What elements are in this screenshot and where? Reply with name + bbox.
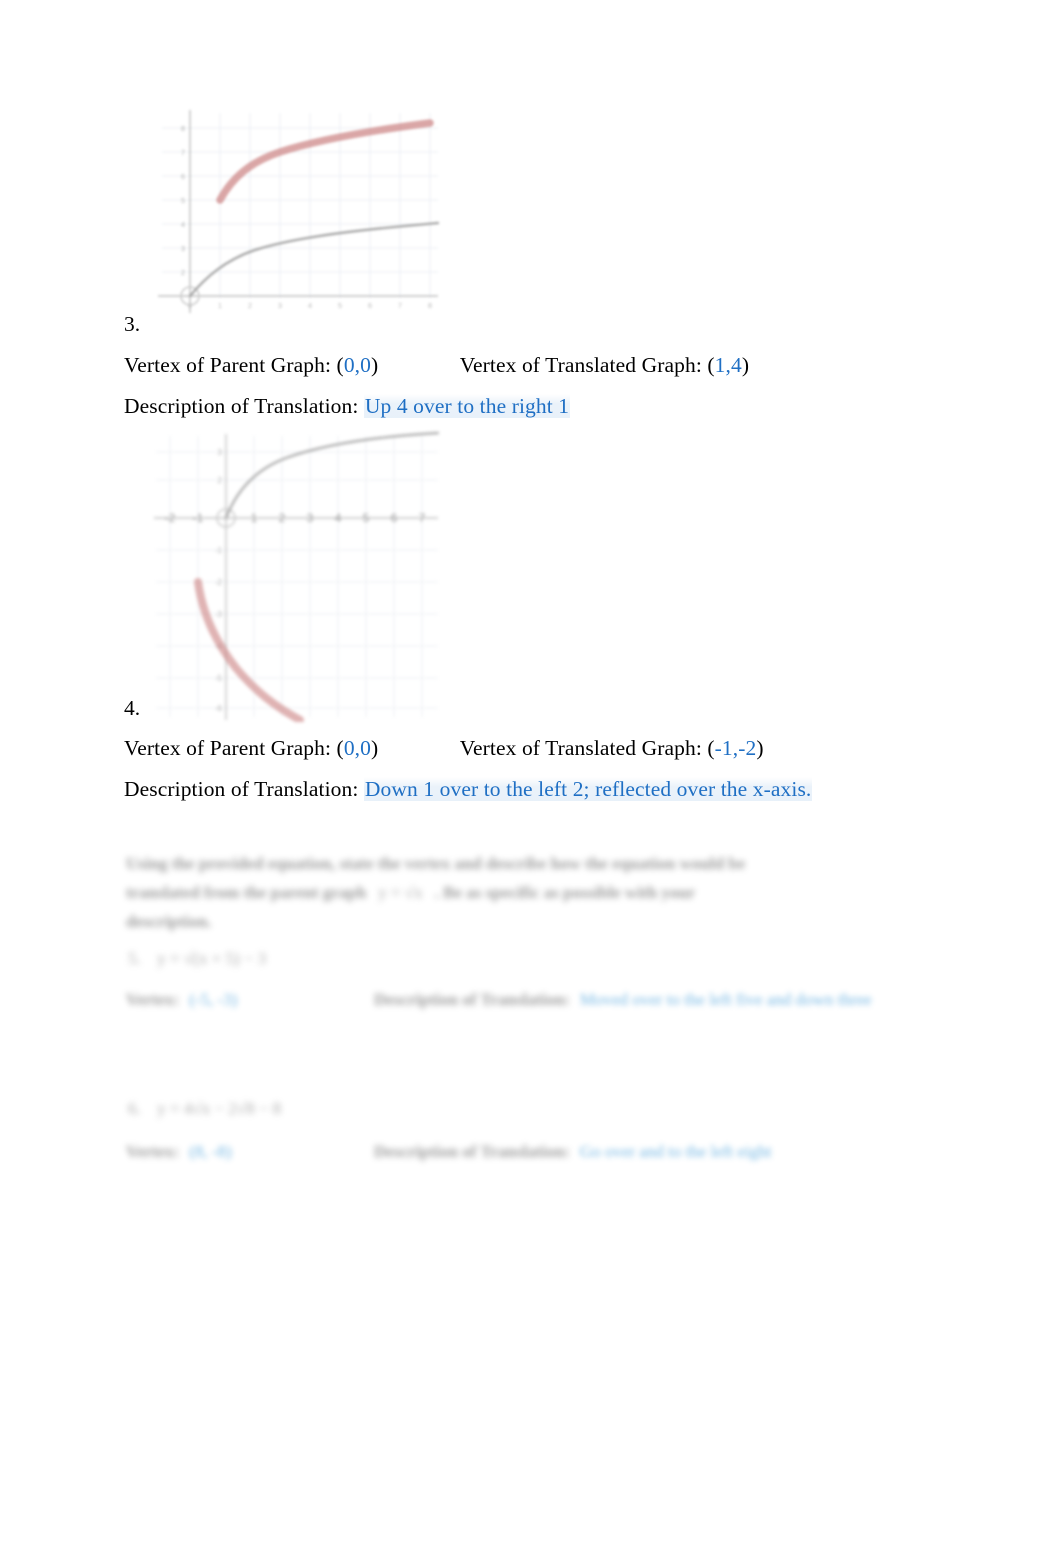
- translated-vertex-close: ): [756, 736, 764, 760]
- parent-vertex-label: Vertex of Parent Graph: (: [124, 353, 344, 377]
- svg-text:2: 2: [181, 268, 185, 277]
- item-number-3: 3.: [124, 312, 141, 336]
- parent-vertex-y: 0: [360, 353, 372, 377]
- bottom-instructions-line-3: description.: [126, 912, 212, 931]
- bottom-instructions-inline-equation: y = √x: [378, 883, 423, 902]
- graph-figure-item-3: 8 7 6 5 4 3 2 0 1 2 3 4 5 6 7 8: [150, 108, 440, 318]
- graph-svg-item-4: 3 2 -1 -2 -3 -4 -5 -6 -2 -1 1 2 3 4 5 6 …: [154, 432, 440, 722]
- bottom-problem-5-vertex-value: (-5, -3): [189, 990, 238, 1009]
- svg-text:-5: -5: [215, 674, 223, 683]
- grid-lines: [162, 113, 438, 298]
- parent-graph-curve: [224, 432, 440, 520]
- bottom-instructions-line-2-tail: . Be as specific as possible with your: [434, 883, 696, 902]
- translated-vertex-label: Vertex of Translated Graph: (: [459, 736, 715, 760]
- svg-text:5: 5: [363, 511, 370, 525]
- bottom-problem-6-description-answer: Go over and to the left eight: [579, 1142, 772, 1161]
- svg-text:1: 1: [251, 511, 258, 525]
- description-label: Description of Translation:: [124, 394, 359, 418]
- graph-figure-item-4: 3 2 -1 -2 -3 -4 -5 -6 -2 -1 1 2 3 4 5 6 …: [150, 432, 440, 722]
- svg-text:5: 5: [181, 196, 185, 205]
- svg-text:-2: -2: [165, 511, 176, 525]
- bottom-problem-5-description-row: Description of Translation: Moved over t…: [374, 990, 872, 1010]
- bottom-problem-6-vertex-label: Vertex:: [126, 1142, 180, 1161]
- translated-vertex-y: 4: [730, 353, 742, 377]
- translated-graph-curve: [194, 578, 304, 722]
- vertex-row-item-4: Vertex of Parent Graph: (0,0) Vertex of …: [124, 737, 764, 760]
- svg-text:7: 7: [181, 148, 185, 157]
- svg-text:4: 4: [308, 301, 312, 310]
- bottom-problem-6-description-label: Description of Translation:: [374, 1142, 570, 1161]
- grid-lines: [156, 436, 438, 717]
- bottom-instructions-line-2: translated from the parent graph: [126, 883, 367, 902]
- description-answer: Up 4 over to the right 1: [363, 394, 571, 418]
- svg-text:7: 7: [398, 301, 402, 310]
- bottom-problem-5-equation-text: y = √(x + 5) − 3: [157, 949, 267, 968]
- svg-text:-6: -6: [215, 704, 223, 713]
- parent-vertex-close: ): [371, 353, 379, 377]
- svg-text:-3: -3: [215, 610, 223, 619]
- item-number-4: 4.: [124, 696, 141, 720]
- bottom-problem-5-vertex-label: Vertex:: [126, 990, 180, 1009]
- bottom-instructions-line-1: Using the provided equation, state the v…: [126, 854, 746, 873]
- svg-text:7: 7: [419, 511, 426, 525]
- translated-vertex-x: 1: [714, 353, 726, 377]
- parent-vertex-x: 0: [343, 353, 355, 377]
- bottom-problem-6-equation: 6. y = 4√x − 2√8 − 8: [128, 1099, 281, 1119]
- document-page: 8 7 6 5 4 3 2 0 1 2 3 4 5 6 7 8 3. Verte…: [0, 0, 1062, 1561]
- x-axis-tick-labels: 0 1 2 3 4 5 6 7 8: [188, 301, 432, 310]
- svg-text:4: 4: [181, 220, 185, 229]
- y-axis-tick-labels: 8 7 6 5 4 3 2: [181, 124, 185, 277]
- description-row-item-4: Description of Translation: Down 1 over …: [124, 777, 813, 801]
- svg-text:-1: -1: [193, 511, 204, 525]
- svg-text:2: 2: [218, 476, 223, 485]
- bottom-problem-5-number: 5.: [128, 949, 141, 968]
- svg-text:1: 1: [218, 301, 222, 310]
- bottom-problem-5-equation: 5. y = √(x + 5) − 3: [128, 949, 266, 969]
- translated-graph-curve: [216, 119, 434, 204]
- svg-text:3: 3: [218, 448, 223, 457]
- bottom-problem-5-vertex-row: Vertex: (-5, -3): [126, 990, 237, 1010]
- svg-text:8: 8: [181, 124, 185, 133]
- svg-text:-2: -2: [215, 578, 223, 587]
- svg-text:6: 6: [181, 172, 185, 181]
- svg-text:4: 4: [335, 511, 342, 525]
- bottom-problem-6-description-row: Description of Translation: Go over and …: [374, 1142, 772, 1162]
- translated-vertex-close: ): [741, 353, 750, 377]
- svg-text:3: 3: [181, 244, 185, 253]
- bottom-instructions-line-2-wrap: translated from the parent graph y = √x …: [126, 883, 695, 903]
- parent-vertex-x: 0: [343, 736, 355, 760]
- bottom-problem-6-vertex-value: (8, -8): [189, 1142, 232, 1161]
- svg-text:5: 5: [338, 301, 342, 310]
- svg-text:3: 3: [278, 301, 282, 310]
- translated-vertex-x: -1: [714, 736, 733, 760]
- svg-text:2: 2: [279, 511, 286, 525]
- bottom-problem-5-description-answer: Moved over to the left five and down thr…: [579, 990, 872, 1009]
- parent-vertex-label: Vertex of Parent Graph: (: [124, 736, 344, 760]
- bottom-problem-5-description-label: Description of Translation:: [374, 990, 570, 1009]
- bottom-problem-6-number: 6.: [128, 1099, 141, 1118]
- parent-vertex-y: 0: [360, 736, 372, 760]
- svg-text:3: 3: [307, 511, 314, 525]
- description-label: Description of Translation:: [124, 777, 359, 801]
- svg-text:6: 6: [368, 301, 372, 310]
- graph-svg-item-3: 8 7 6 5 4 3 2 0 1 2 3 4 5 6 7 8: [158, 110, 440, 313]
- bottom-problem-6-vertex-row: Vertex: (8, -8): [126, 1142, 232, 1162]
- parent-vertex-close: ): [371, 736, 379, 760]
- translated-vertex-label: Vertex of Translated Graph: (: [459, 353, 715, 377]
- svg-text:8: 8: [428, 301, 432, 310]
- vertex-row-item-3: Vertex of Parent Graph: (0,0) Vertex of …: [124, 354, 749, 377]
- y-axis-tick-labels: 3 2 -1 -2 -3 -4 -5 -6: [215, 448, 223, 713]
- description-row-item-3: Description of Translation: Up 4 over to…: [124, 394, 571, 418]
- parent-graph-curve: [188, 221, 440, 298]
- svg-text:6: 6: [391, 511, 398, 525]
- svg-text:2: 2: [248, 301, 252, 310]
- translated-vertex-y: -2: [738, 736, 757, 760]
- bottom-problem-6-equation-text: y = 4√x − 2√8 − 8: [157, 1099, 282, 1118]
- svg-text:-1: -1: [215, 546, 223, 555]
- description-answer: Down 1 over to the left 2; reflected ove…: [363, 777, 813, 801]
